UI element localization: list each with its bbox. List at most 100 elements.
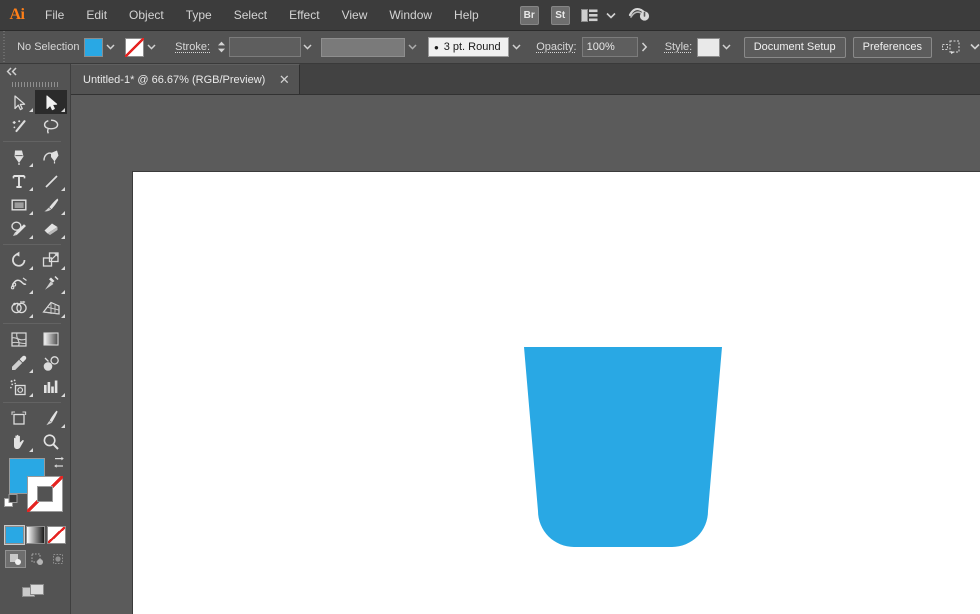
arrange-chevron-down-icon[interactable] [606,6,616,24]
default-fill-stroke-icon[interactable] [4,494,19,514]
tools-panel [0,64,71,614]
draw-inside-button[interactable] [48,550,69,568]
tool-group-transform [3,248,67,320]
selection-status: No Selection [11,41,84,53]
brush-definition-value: 3 pt. Round [444,41,501,53]
tool-group-navigation [3,406,67,454]
bridge-button[interactable]: Br [520,6,539,25]
magic-wand-tool[interactable] [3,114,35,138]
graphic-style-swatch[interactable] [697,38,719,57]
menu-effect[interactable]: Effect [278,0,330,31]
scale-tool[interactable] [35,248,67,272]
shape-builder-tool[interactable] [3,296,35,320]
width-profile-chevron-down-icon[interactable] [405,37,419,57]
tools-panel-grip[interactable] [0,78,70,90]
menu-view[interactable]: View [331,0,379,31]
menu-object[interactable]: Object [118,0,175,31]
menu-select[interactable]: Select [223,0,278,31]
draw-mode-buttons [5,550,69,568]
zoom-tool[interactable] [35,430,67,454]
double-chevron-left-icon[interactable] [0,64,70,78]
tool-divider [3,402,61,403]
stroke-dropdown-chevron-down-icon[interactable] [144,37,158,57]
opacity-label: Opacity: [531,41,581,53]
symbol-sprayer-tool[interactable] [3,375,35,399]
stroke-color-swatch[interactable] [125,38,144,57]
menubar-utilities: Br St [514,6,655,25]
opacity-input[interactable]: 100% [582,37,638,57]
type-tool[interactable] [3,169,35,193]
menu-type[interactable]: Type [175,0,223,31]
document-tab[interactable]: Untitled-1* @ 66.67% (RGB/Preview) ✕ [71,64,300,94]
curvature-tool[interactable] [35,145,67,169]
brush-dot-icon: • [434,41,439,54]
fill-stroke-controls [3,454,67,526]
change-screen-mode-button[interactable] [3,580,67,602]
paintbrush-tool[interactable] [35,193,67,217]
variable-width-profile-field[interactable] [321,38,405,57]
tool-group-paint [3,327,67,399]
gradient-tool[interactable] [35,327,67,351]
arrange-documents-icon[interactable] [581,9,598,22]
eraser-tool[interactable] [35,217,67,241]
gradient-button[interactable] [26,526,45,544]
stock-button[interactable]: St [551,6,570,25]
tool-group-selection [3,90,67,138]
artboard[interactable] [133,172,980,614]
brush-chevron-down-icon[interactable] [509,37,523,57]
cup-shape[interactable] [133,172,980,614]
draw-behind-button[interactable] [27,550,48,568]
canvas-area[interactable] [71,95,980,614]
menu-help[interactable]: Help [443,0,490,31]
shaper-tool[interactable] [3,217,35,241]
menu-bar: Ai File Edit Object Type Select Effect V… [0,0,980,31]
eyedropper-tool[interactable] [3,351,35,375]
selection-tool[interactable] [35,90,67,114]
hand-tool[interactable] [3,430,35,454]
tool-divider [3,141,61,142]
slice-tool[interactable] [35,406,67,430]
fill-color-swatch[interactable] [84,38,103,57]
preferences-button[interactable]: Preferences [853,37,932,58]
document-tab-bar: Untitled-1* @ 66.67% (RGB/Preview) ✕ [71,64,980,95]
line-segment-tool[interactable] [35,169,67,193]
menu-edit[interactable]: Edit [75,0,118,31]
pen-tool[interactable] [3,145,35,169]
style-chevron-down-icon[interactable] [720,37,734,57]
artboard-tool[interactable] [3,406,35,430]
perspective-grid-tool[interactable] [35,296,67,320]
free-transform-tool[interactable] [35,272,67,296]
color-mode-buttons [5,526,69,544]
width-tool[interactable] [3,272,35,296]
workspace-switcher-icon[interactable] [628,6,650,24]
align-chevron-down-icon[interactable] [970,41,980,53]
mesh-tool[interactable] [3,327,35,351]
align-to-selection-icon[interactable] [942,40,962,55]
app-logo: Ai [0,0,34,31]
column-graph-tool[interactable] [35,375,67,399]
lasso-tool[interactable] [35,114,67,138]
none-button[interactable] [47,526,66,544]
stroke-weight-input[interactable] [229,37,301,57]
control-bar-grip[interactable] [0,31,7,64]
fill-dropdown-chevron-down-icon[interactable] [103,37,117,57]
direct-selection-tool[interactable] [3,90,35,114]
opacity-chevron-right-icon[interactable] [638,37,652,57]
menu-file[interactable]: File [34,0,75,31]
stroke-weight-label: Stroke: [170,41,215,53]
stroke-weight-stepper[interactable] [217,37,227,57]
swap-fill-stroke-icon[interactable] [52,456,66,474]
blend-tool[interactable] [35,351,67,375]
rotate-tool[interactable] [3,248,35,272]
tool-group-drawing [3,145,67,241]
menu-window[interactable]: Window [378,0,443,31]
brush-definition-field[interactable]: • 3 pt. Round [428,37,509,57]
rectangle-tool[interactable] [3,193,35,217]
stroke-weight-chevron-down-icon[interactable] [301,37,315,57]
color-button[interactable] [5,526,24,544]
draw-normal-button[interactable] [5,550,26,568]
tool-divider [3,244,61,245]
stroke-color-box[interactable] [27,476,63,512]
document-setup-button[interactable]: Document Setup [744,37,846,58]
close-icon[interactable]: ✕ [277,73,291,87]
